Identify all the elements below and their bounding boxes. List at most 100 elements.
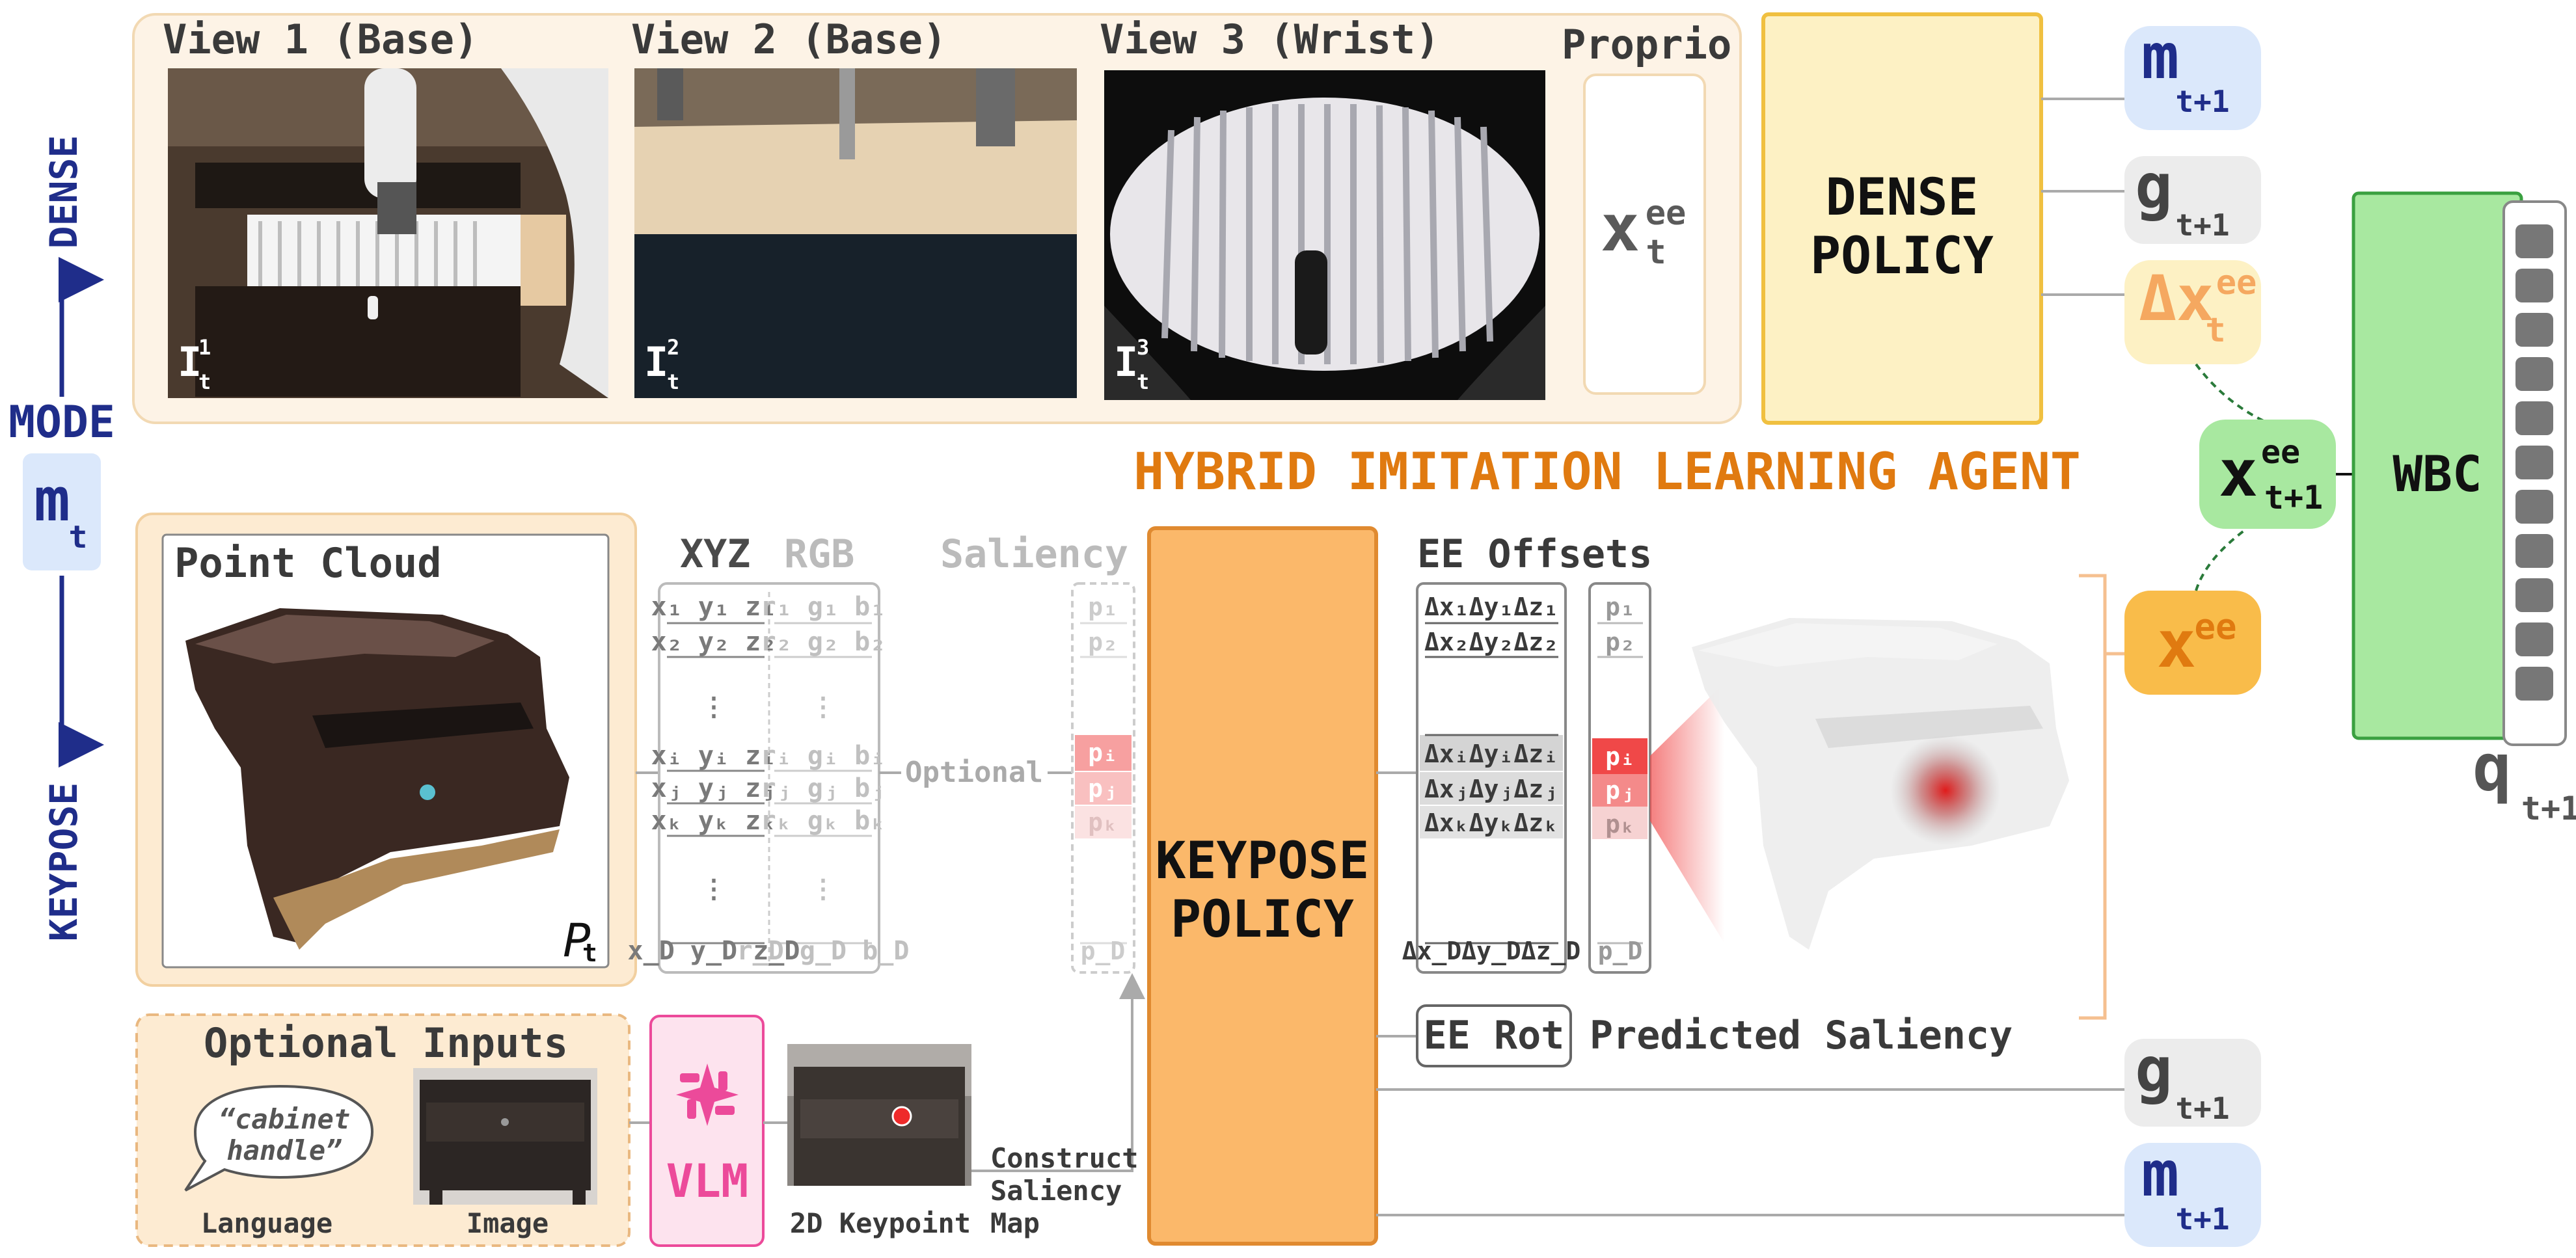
x-next-pill: x ee t+1 — [2199, 420, 2336, 529]
predicted-saliency-cloud — [1692, 618, 2069, 950]
mode-dense-label: DENSE — [42, 135, 86, 249]
view-2-sup: 2 — [667, 335, 679, 360]
mode-arrow-up — [59, 257, 104, 397]
rgb-row-1: r₁ g₁ b₁ — [761, 592, 886, 622]
wbc-label: WBC — [2393, 445, 2482, 503]
dense-inputs-panel: View 1 (Base) I 1 t View 2 (Base) I 2 t … — [132, 13, 1742, 424]
svg-text:m: m — [2141, 1138, 2179, 1211]
q-vector — [2502, 200, 2567, 746]
svg-text:t+1: t+1 — [2175, 1091, 2229, 1126]
image-label: Image — [467, 1207, 549, 1239]
q-sub: t+1 — [2521, 790, 2576, 827]
diagram-canvas: DENSE MODE m t KEYPOSE View 1 (Base) I 1… — [8, 12, 2576, 1247]
q-symbol: q — [2473, 730, 2512, 806]
delta-to-xnext-dashed — [2195, 363, 2268, 424]
keypose-policy-line2: POLICY — [1171, 890, 1354, 949]
proprio-sub: t — [1646, 233, 1666, 272]
view-1-sup: 1 — [198, 335, 211, 360]
dense-policy-line2: POLICY — [1810, 227, 1994, 286]
xyz-row-j: xⱼ yⱼ zⱼ — [651, 773, 777, 803]
saliency-beam — [1650, 683, 1724, 943]
dense-output-delta-x: Δx ee t — [2124, 260, 2261, 364]
view-2-image: I 2 t — [634, 68, 1077, 398]
mode-axis: DENSE MODE m t KEYPOSE — [8, 135, 115, 942]
saliency-in-p2: p₂ — [1088, 628, 1118, 656]
keypose-policy-line1: KEYPOSE — [1156, 832, 1370, 890]
ee-rot-label: EE Rot — [1424, 1013, 1565, 1058]
keypoint-label: 2D Keypoint — [790, 1207, 971, 1239]
dense-output-g: g t+1 — [2124, 150, 2261, 244]
language-label: Language — [201, 1207, 332, 1239]
svg-text:g: g — [2135, 1034, 2173, 1106]
saliency-heat-spot — [1890, 735, 2001, 846]
view-3-symbol: I — [1114, 338, 1138, 386]
offset-row-k: ΔxₖΔyₖΔzₖ — [1424, 809, 1558, 837]
dense-policy-block: DENSE POLICY — [1761, 12, 2043, 425]
keypose-output-g: g t+1 — [2124, 1034, 2261, 1127]
view-1-sub: t — [198, 369, 211, 394]
dense-policy-line1: DENSE — [1826, 168, 1979, 227]
dense-output-connectors — [2041, 98, 2124, 296]
mode-keypose-label: KEYPOSE — [42, 783, 86, 941]
saliency-in-pD: p_D — [1081, 937, 1126, 965]
mode-symbol-sub: t — [69, 519, 88, 555]
offset-row-D: Δx_DΔy_DΔz_D — [1402, 937, 1581, 965]
saliency-in-pk: pₖ — [1088, 808, 1118, 836]
wbc-block: WBC — [2352, 191, 2523, 740]
xee-to-xnext-dashed — [2195, 529, 2246, 591]
agent-title: HYBRID IMITATION LEARNING AGENT — [1133, 443, 2081, 502]
xyz-row-1: x₁ y₁ z₁ — [651, 592, 777, 622]
view-3-sub: t — [1137, 369, 1149, 394]
view-2-symbol: I — [644, 338, 668, 386]
view-1-image: I 1 t — [168, 68, 608, 398]
vlm-block: VLM — [649, 1015, 765, 1247]
mode-symbol: m — [34, 465, 70, 535]
svg-text:t+1: t+1 — [2175, 84, 2229, 119]
view-3-image: I 3 t — [1104, 70, 1545, 400]
rgb-row-dots-1: ⋮ — [810, 692, 836, 722]
x-ee-pill: x ee — [2124, 591, 2261, 695]
language-text-line1: “cabinet — [219, 1103, 350, 1135]
rgb-header: RGB — [784, 531, 854, 577]
proprio-symbol: x — [1601, 190, 1640, 266]
offset-row-2: Δx₂Δy₂Δz₂ — [1424, 628, 1558, 656]
dense-output-m: m t+1 — [2124, 20, 2261, 130]
offset-row-j: ΔxⱼΔyⱼΔzⱼ — [1424, 775, 1558, 803]
view-2-sub: t — [667, 369, 679, 394]
view-2-label: View 2 (Base) — [631, 16, 947, 63]
rgb-row-j: rⱼ gⱼ bⱼ — [761, 773, 886, 803]
predicted-saliency-label: Predicted Saliency — [1590, 1013, 2013, 1058]
saliency-in-pj: pⱼ — [1088, 774, 1118, 803]
svg-text:t: t — [2205, 311, 2225, 350]
rgb-row-i: rᵢ gᵢ bᵢ — [761, 741, 886, 771]
saliency-in-pi: pᵢ — [1088, 738, 1118, 767]
svg-text:ee: ee — [2194, 606, 2236, 647]
svg-text:ee: ee — [2261, 433, 2300, 471]
keypose-policy-block: KEYPOSE POLICY — [1147, 526, 1378, 1246]
optional-label: Optional — [905, 756, 1043, 789]
construct-label-2: Saliency — [990, 1175, 1122, 1207]
pointcloud-label: Point Cloud — [174, 539, 442, 587]
keypoint-marker — [891, 1106, 912, 1127]
rgb-row-k: rₖ gₖ bₖ — [761, 806, 886, 836]
vlm-label: VLM — [666, 1155, 748, 1208]
mode-arrow-down — [59, 576, 104, 768]
ee-offsets-header: EE Offsets — [1417, 531, 1652, 577]
pointcloud-handle — [420, 784, 435, 800]
saliency-header: Saliency — [940, 531, 1128, 577]
svg-text:t+1: t+1 — [2175, 1201, 2229, 1237]
xyz-row-dots-1: ⋮ — [701, 692, 727, 722]
xyz-header: XYZ — [680, 531, 750, 577]
svg-text:x: x — [2157, 606, 2196, 682]
proprio-label: Proprio — [1562, 21, 1731, 68]
construct-label-1: Construct — [990, 1142, 1139, 1174]
svg-text:ee: ee — [2216, 263, 2257, 302]
xyz-row-i: xᵢ yᵢ zᵢ — [651, 741, 777, 771]
rgb-row-dots-2: ⋮ — [810, 874, 836, 904]
optional-image — [413, 1068, 597, 1205]
saliency-out-pi: pᵢ — [1605, 742, 1635, 771]
view-3-label: View 3 (Wrist) — [1100, 16, 1440, 63]
svg-text:x: x — [2219, 435, 2258, 511]
rgb-row-D: r_D g_D b_D — [737, 936, 910, 966]
saliency-out-pj: pⱼ — [1605, 776, 1635, 805]
